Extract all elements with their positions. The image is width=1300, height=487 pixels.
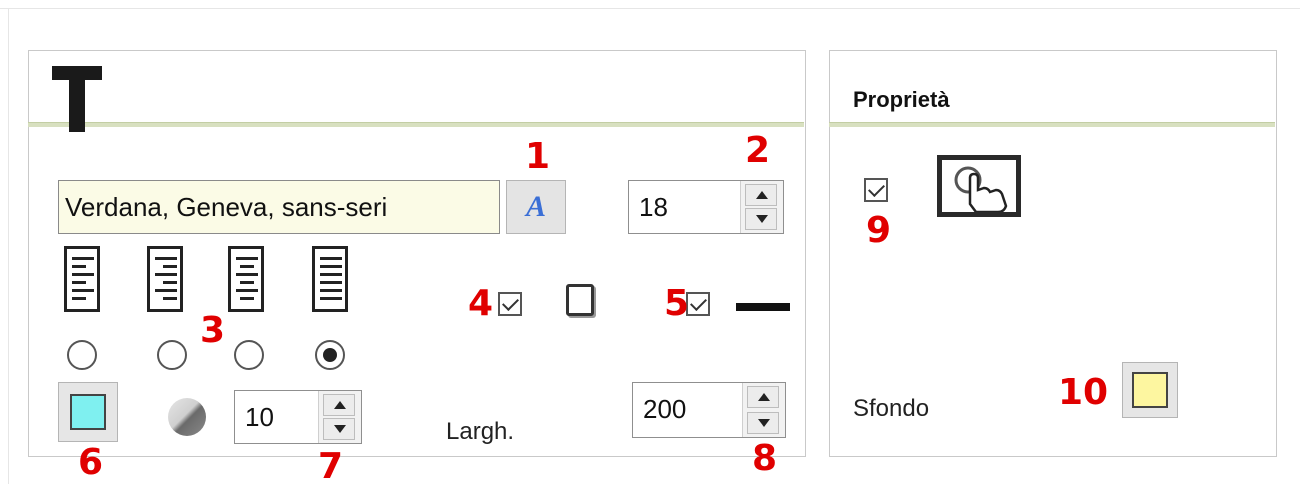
properties-separator (829, 122, 1275, 127)
align-justify-icon[interactable] (312, 246, 348, 312)
callout-7: 7 (318, 446, 344, 487)
interactive-checkbox[interactable] (864, 178, 888, 202)
callout-9: 9 (866, 210, 892, 251)
background-swatch (1132, 372, 1168, 408)
callout-6: 6 (78, 442, 104, 483)
align-right-icon[interactable] (147, 246, 183, 312)
align-right-radio[interactable] (157, 340, 187, 370)
opacity-value: 10 (245, 402, 274, 432)
square-outline-icon (566, 284, 594, 316)
callout-3: 3 (200, 310, 226, 351)
top-border (0, 8, 1300, 9)
callout-2: 2 (745, 130, 771, 171)
align-left-icon[interactable] (64, 246, 100, 312)
align-center-icon[interactable] (228, 246, 264, 312)
callout-5: 5 (664, 283, 690, 324)
callout-10: 10 (1058, 372, 1109, 413)
font-size-stepper[interactable]: 18 (628, 180, 784, 234)
width-down-button[interactable] (747, 412, 779, 434)
touch-icon (937, 155, 1021, 217)
background-label: Sfondo (853, 395, 930, 422)
align-justify-radio[interactable] (315, 340, 345, 370)
font-style-icon: A (525, 190, 546, 223)
border-line-checkbox[interactable] (686, 292, 710, 316)
font-style-button[interactable]: A (506, 180, 566, 234)
background-color-button[interactable] (1122, 362, 1178, 418)
width-up-button[interactable] (747, 386, 779, 408)
big-t-icon (52, 66, 102, 132)
font-size-down-button[interactable] (745, 208, 777, 230)
align-center-radio[interactable] (234, 340, 264, 370)
line-icon (736, 303, 790, 311)
opacity-icon (168, 398, 206, 436)
text-color-swatch (70, 394, 106, 430)
align-left-radio[interactable] (67, 340, 97, 370)
opacity-stepper[interactable]: 10 (234, 390, 362, 444)
left-border (8, 8, 9, 484)
width-label: Largh. (446, 418, 515, 445)
font-family-field[interactable]: Verdana, Geneva, sans-seri (58, 180, 500, 234)
border-box-checkbox[interactable] (498, 292, 522, 316)
font-size-value: 18 (639, 192, 668, 222)
callout-8: 8 (752, 438, 778, 479)
text-panel-separator (28, 122, 804, 127)
width-stepper[interactable]: 200 (632, 382, 786, 438)
font-size-up-button[interactable] (745, 184, 777, 206)
width-value: 200 (643, 394, 687, 424)
callout-4: 4 (468, 283, 494, 324)
opacity-up-button[interactable] (323, 394, 355, 416)
properties-title: Proprietà (853, 87, 950, 112)
callout-1: 1 (525, 136, 551, 177)
opacity-down-button[interactable] (323, 418, 355, 440)
text-color-button[interactable] (58, 382, 118, 442)
